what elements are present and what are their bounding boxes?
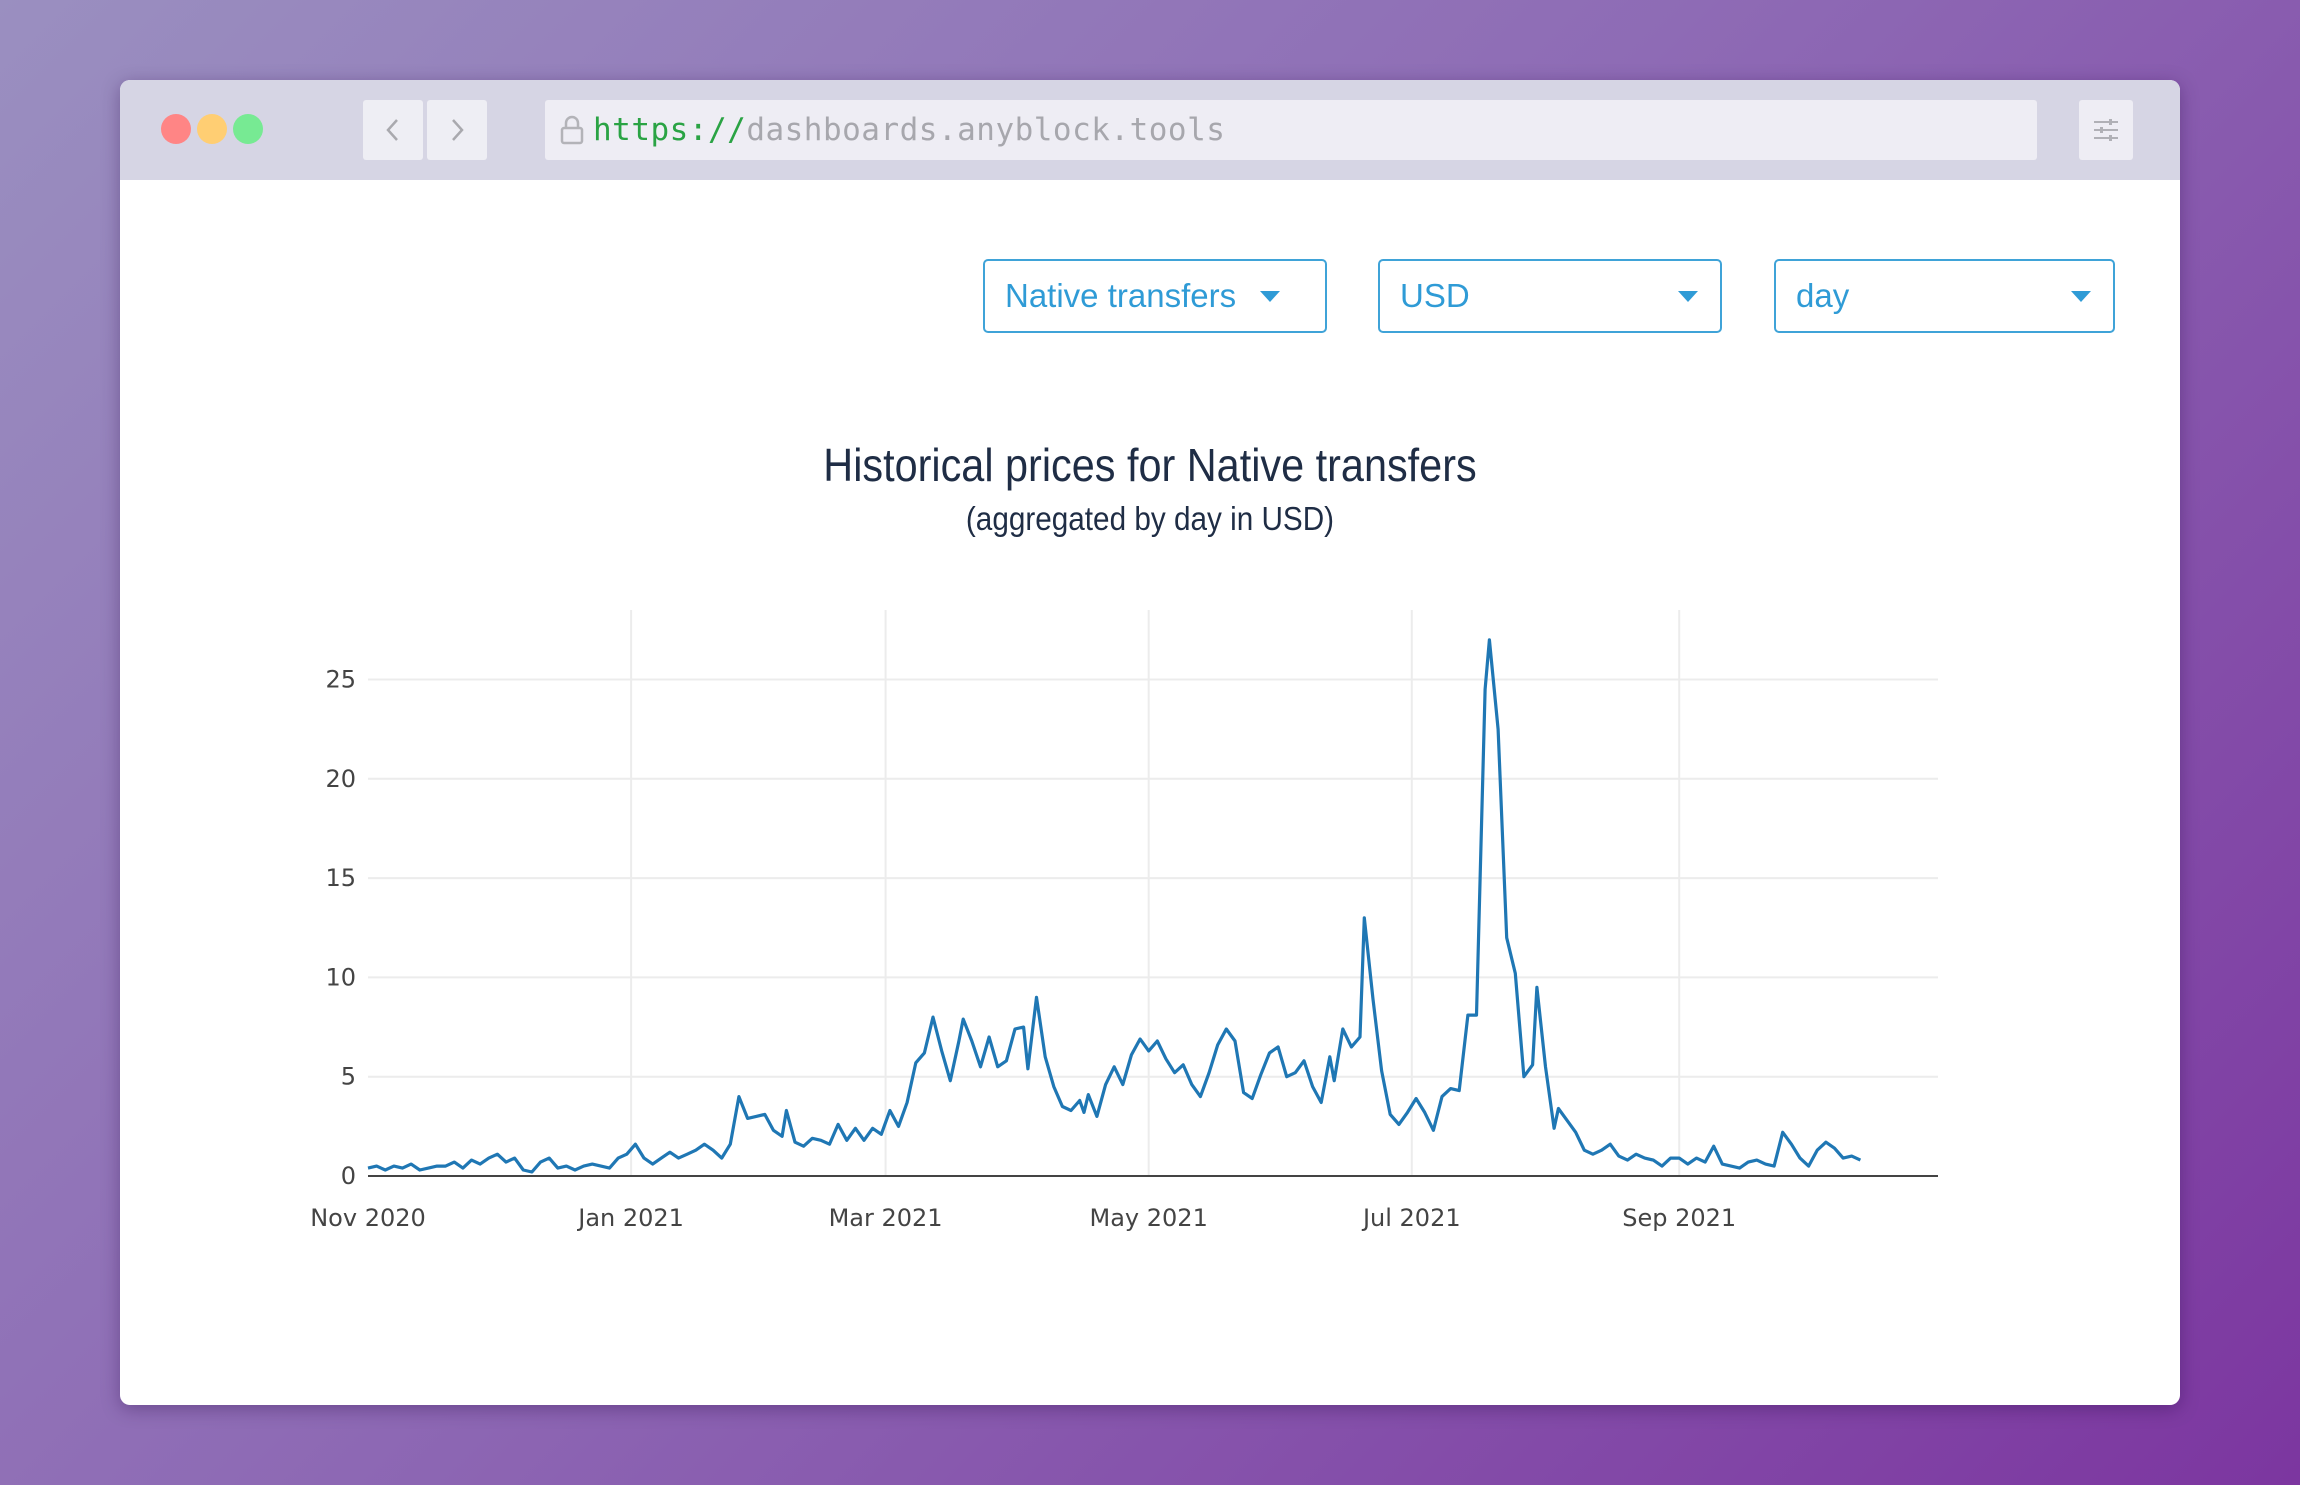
y-tick-label: 10 <box>325 963 356 991</box>
x-tick-label: May 2021 <box>1090 1204 1208 1232</box>
x-tick-label: Jan 2021 <box>576 1204 684 1232</box>
y-tick-label: 20 <box>325 765 356 793</box>
y-tick-label: 15 <box>325 864 356 892</box>
line-chart[interactable]: 0 5 10 15 20 25 Nov 2020 Jan 2021 Mar 2021 May 2… <box>120 80 2180 1405</box>
x-tick-label: Nov 2020 <box>310 1204 426 1232</box>
y-tick-label: 5 <box>341 1063 356 1091</box>
y-tick-label: 25 <box>325 666 356 694</box>
browser-window: https://dashboards.anyblock.tools Native… <box>120 80 2180 1405</box>
x-tick-label: Sep 2021 <box>1622 1204 1736 1232</box>
x-tick-label: Jul 2021 <box>1361 1204 1461 1232</box>
series-line[interactable] <box>367 638 1862 1174</box>
x-tick-label: Mar 2021 <box>829 1204 943 1232</box>
y-tick-label: 0 <box>341 1162 356 1190</box>
